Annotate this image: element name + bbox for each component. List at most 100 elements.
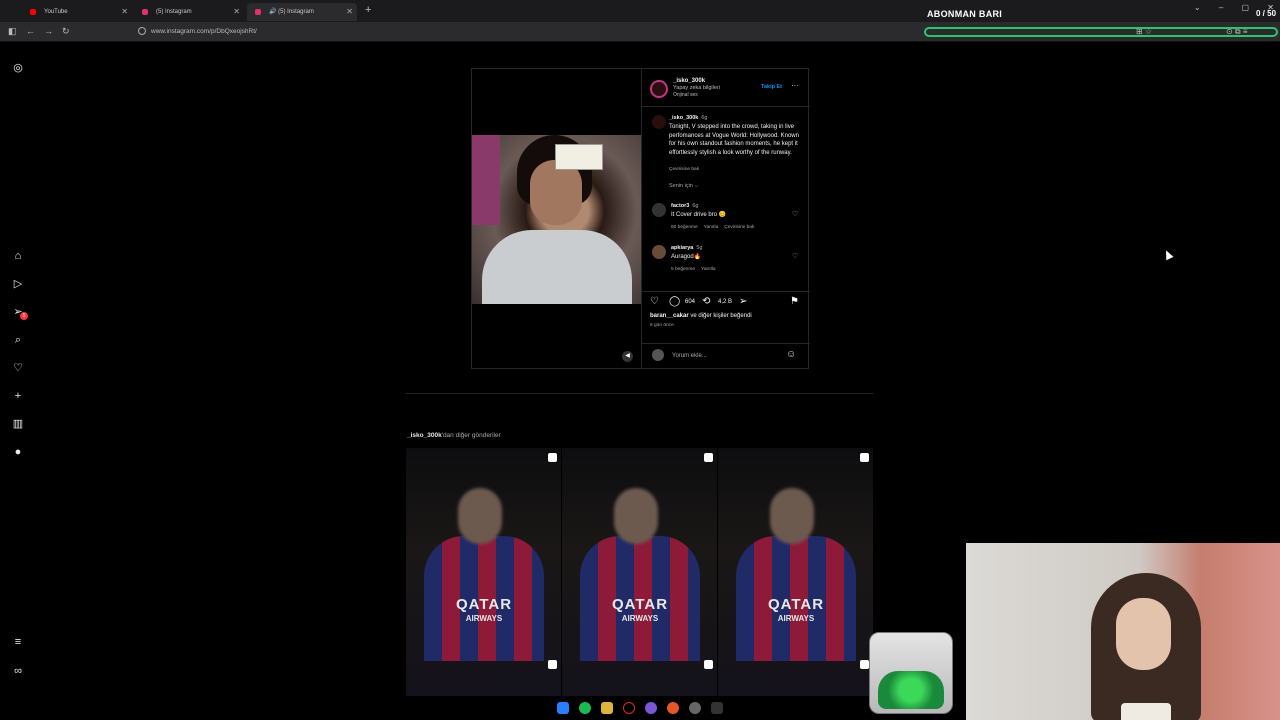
subscriber-progress-bar <box>924 27 1278 37</box>
back-icon[interactable]: ← <box>26 26 35 36</box>
emoji-icon[interactable]: ☺ <box>786 349 796 360</box>
notifications-icon[interactable]: ♡ <box>11 361 25 375</box>
tab-list-chevron-icon[interactable]: ⌄ <box>1194 3 1201 12</box>
site-info-icon[interactable] <box>138 27 146 35</box>
home-icon[interactable]: ⌂ <box>11 249 25 263</box>
jersey-text: QATAR <box>455 596 513 613</box>
tab-label: YouTube <box>44 9 68 15</box>
post-username[interactable]: _isko_300k <box>673 78 705 84</box>
browser-tab-bar: YouTube ✕ (5) Instagram ✕ 🔊 (5) Instagra… <box>0 0 1280 22</box>
audio-label[interactable]: Orijinal ses <box>673 92 698 98</box>
sidebar-toggle-icon[interactable]: ◧ <box>8 26 17 37</box>
instagram-logo-icon[interactable]: ◎ <box>11 61 25 75</box>
meta-icon[interactable]: ∞ <box>11 664 25 678</box>
reel-icon <box>704 660 713 669</box>
comment-likes[interactable]: 60 beğenme <box>671 225 698 230</box>
like-comment-icon[interactable]: ♡ <box>792 252 798 260</box>
avatar[interactable] <box>652 245 666 259</box>
audio-playing-icon[interactable]: 🔊 <box>269 9 276 15</box>
jersey-text: QATAR <box>767 596 825 613</box>
translate-link[interactable]: Çevirisine bak <box>724 225 754 230</box>
reels-icon[interactable]: ▷ <box>11 277 25 291</box>
reel-icon <box>548 453 557 462</box>
reload-icon[interactable]: ↻ <box>62 26 70 37</box>
like-comment-icon[interactable]: ♡ <box>792 210 798 218</box>
windows-start-icon[interactable] <box>557 702 569 714</box>
comment-likes[interactable]: 5 beğenme <box>671 267 695 272</box>
tab-instagram-1[interactable]: (5) Instagram ✕ <box>134 3 244 21</box>
follow-button[interactable]: Takip Et <box>761 84 782 90</box>
notification-badge: 5 <box>20 312 28 320</box>
subscriber-count: 0 / 50 <box>1256 9 1277 18</box>
terminal-icon[interactable] <box>711 702 723 714</box>
more-posts-title: _isko_300k'dan diğer gönderiler <box>407 432 501 439</box>
maximize-icon[interactable]: ▢ <box>1242 3 1250 12</box>
more-options-icon[interactable]: ··· <box>791 81 799 90</box>
comment-meta: 5 beğenme Yanıtla <box>671 267 722 272</box>
menu-icon[interactable]: ≡ <box>11 635 25 649</box>
jersey-text: AIRWAYS <box>777 614 815 623</box>
post-video[interactable]: ◀ <box>472 69 641 368</box>
profile-icon[interactable]: ● <box>11 445 25 459</box>
jersey-text: AIRWAYS <box>621 614 659 623</box>
webcam-overlay <box>966 543 1280 720</box>
dashboard-icon[interactable]: ▥ <box>11 417 25 431</box>
avatar[interactable] <box>650 80 668 98</box>
spotify-icon[interactable] <box>579 702 591 714</box>
address-bar[interactable]: www.instagram.com/p/DbQxeojshRt/ <box>151 28 257 35</box>
comment-meta: 60 beğenme Yanıtla Çevirisine bak <box>671 225 760 230</box>
close-tab-icon[interactable]: ✕ <box>121 3 128 21</box>
post-thumbnail[interactable]: QATAR AIRWAYS <box>562 448 717 696</box>
tab-youtube[interactable]: YouTube ✕ <box>22 3 132 21</box>
like-icon[interactable]: ♡ <box>650 296 659 307</box>
post-thumbnail[interactable]: QATAR AIRWAYS <box>406 448 561 696</box>
close-tab-icon[interactable]: ✕ <box>233 3 240 21</box>
new-tab-button[interactable]: + <box>365 4 371 16</box>
jersey-text: AIRWAYS <box>465 614 503 623</box>
repost-icon[interactable]: ⟲ <box>702 296 710 307</box>
post-header: _isko_300k Yapay zeka bilgileri Orijinal… <box>642 69 810 107</box>
comment-composer: Yorum ekle... ☺ <box>642 343 810 368</box>
obs-icon[interactable] <box>689 702 701 714</box>
save-icon[interactable]: ⚑ <box>790 296 799 307</box>
comment-text: Auragod🔥 <box>671 254 702 260</box>
bean-jar-overlay <box>869 632 953 714</box>
post-thumbnail[interactable]: QATAR AIRWAYS <box>718 448 873 696</box>
comment-icon[interactable]: ◯ <box>669 296 680 307</box>
tab-label: (5) Instagram <box>278 9 314 15</box>
share-icon[interactable]: ➢ <box>739 296 747 307</box>
file-explorer-icon[interactable] <box>601 702 613 714</box>
reel-icon <box>548 660 557 669</box>
comment-username[interactable]: apkiarya 5g <box>671 245 702 251</box>
mouse-cursor-icon <box>1162 248 1174 261</box>
jersey-text: QATAR <box>611 596 669 613</box>
avatar <box>652 349 664 361</box>
minimize-icon[interactable]: – <box>1219 3 1223 12</box>
reply-link[interactable]: Yanıtla <box>701 267 716 272</box>
forward-icon[interactable]: → <box>44 26 53 36</box>
avatar[interactable] <box>652 203 666 217</box>
search-icon[interactable]: ⌕ <box>11 333 25 347</box>
translate-link[interactable]: Çevirisine bak <box>669 167 699 172</box>
firefox-icon[interactable] <box>667 702 679 714</box>
tab-instagram-2[interactable]: 🔊 (5) Instagram ✕ <box>247 3 357 21</box>
instagram-favicon-icon <box>142 9 148 15</box>
create-icon[interactable]: + <box>11 389 25 403</box>
opera-icon[interactable] <box>623 702 635 714</box>
discord-icon[interactable] <box>645 702 657 714</box>
instagram-favicon-icon <box>255 9 261 15</box>
avatar[interactable] <box>652 115 666 129</box>
close-tab-icon[interactable]: ✕ <box>346 3 353 21</box>
comment-username[interactable]: factor3 6g <box>671 203 698 209</box>
post-subtitle: Yapay zeka bilgileri <box>673 85 720 91</box>
reel-icon <box>704 453 713 462</box>
for-you-link[interactable]: Senin için ⌵ <box>669 183 699 190</box>
reply-link[interactable]: Yanıtla <box>704 225 719 230</box>
caption-username[interactable]: _isko_300k 6g <box>669 115 707 121</box>
post-dialog: ◀ _isko_300k Yapay zeka bilgileri Orijin… <box>471 68 810 369</box>
mute-icon[interactable]: ◀ <box>622 351 633 362</box>
youtube-favicon-icon <box>30 9 36 15</box>
reel-icon <box>860 660 869 669</box>
repost-count: 4,2 B <box>718 299 733 305</box>
comment-input[interactable]: Yorum ekle... <box>672 353 707 359</box>
